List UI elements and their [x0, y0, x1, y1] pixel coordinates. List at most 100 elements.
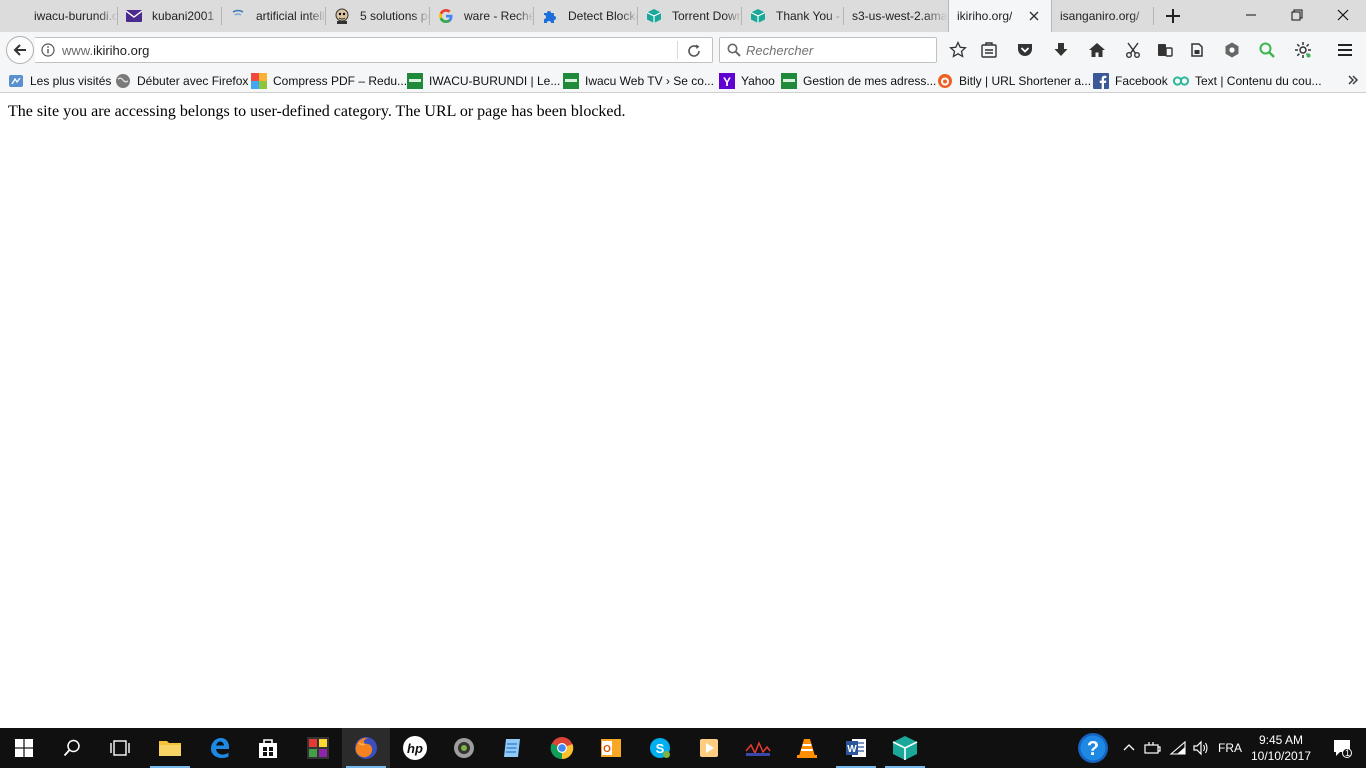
bitly-icon: [937, 73, 953, 89]
language-indicator[interactable]: FRA: [1214, 728, 1246, 768]
info-icon[interactable]: [41, 43, 55, 57]
taskbar-skype[interactable]: S: [636, 728, 684, 768]
bookmark-iwacu-web-tv[interactable]: Iwacu Web TV › Se co...: [563, 72, 714, 89]
wifi-button[interactable]: [1166, 728, 1190, 768]
page-content: The site you are accessing belongs to us…: [0, 94, 1366, 728]
restore-button[interactable]: [1274, 0, 1320, 30]
new-tab-button[interactable]: [1160, 4, 1186, 28]
clock[interactable]: 9:45 AM 10/10/2017: [1246, 732, 1316, 764]
url-bar[interactable]: www.ikiriho.org: [35, 37, 713, 63]
taskbar-chrome[interactable]: [538, 728, 586, 768]
bookmarks-overflow-button[interactable]: [1346, 72, 1360, 88]
start-button[interactable]: [0, 728, 48, 768]
close-window-button[interactable]: [1320, 0, 1366, 30]
taskbar-app-dark[interactable]: [734, 728, 782, 768]
help-icon-button[interactable]: ?: [1074, 728, 1112, 768]
language-label: FRA: [1218, 741, 1242, 755]
edge-icon: [211, 738, 229, 758]
bookmark-label: IWACU-BURUNDI | Le...: [429, 73, 561, 88]
taskbar-file-explorer[interactable]: [146, 728, 194, 768]
synced-tabs-button[interactable]: [1154, 39, 1176, 61]
colorful-squares-icon: [251, 72, 267, 89]
bookmark-label: Gestion de mes adress...: [803, 73, 937, 88]
addon-button[interactable]: [1186, 39, 1208, 61]
search-input[interactable]: [746, 39, 932, 61]
bookmark-facebook[interactable]: Facebook: [1093, 72, 1168, 89]
tab-isanganiro[interactable]: isanganiro.org/: [1052, 0, 1154, 32]
taskbar-vlc[interactable]: [783, 728, 831, 768]
downloads-button[interactable]: [1050, 39, 1072, 61]
extension-search-button[interactable]: [1256, 39, 1278, 61]
back-button[interactable]: [6, 36, 34, 64]
bookmark-compress-pdf[interactable]: Compress PDF – Redu...: [251, 72, 407, 89]
tab-artificial-intelligence[interactable]: artificial intelligence: [222, 0, 326, 32]
reading-list-button[interactable]: [978, 39, 1000, 61]
network-tools-button[interactable]: [1292, 39, 1314, 61]
pocket-button[interactable]: [1014, 39, 1036, 61]
reload-icon[interactable]: [686, 43, 702, 59]
task-view-icon: [110, 740, 130, 756]
taskbar-firefox[interactable]: [342, 728, 390, 768]
extension-button[interactable]: [1221, 39, 1243, 61]
taskbar-media-player[interactable]: [685, 728, 733, 768]
close-icon[interactable]: [1027, 9, 1041, 23]
tab-google-search[interactable]: ware - Recherche: [430, 0, 534, 32]
show-hidden-icons-button[interactable]: [1118, 728, 1140, 768]
taskbar-webcam-app[interactable]: [440, 728, 488, 768]
bookmark-label: Yahoo: [741, 73, 775, 88]
windows-taskbar: hp O S W ? FRA 9:45 AM 10/10/2017 1: [0, 728, 1366, 768]
skype-icon: S: [650, 738, 670, 758]
waveform-icon: [745, 741, 771, 756]
cube-icon: [750, 8, 766, 24]
bookmark-les-plus-visites[interactable]: Les plus visités: [8, 72, 111, 89]
taskbar-word[interactable]: W: [832, 728, 880, 768]
tab-thank-you[interactable]: Thank You - Torrent: [742, 0, 844, 32]
tab-strip: iwacu-burundi.org kubani2001 artificial …: [0, 0, 1366, 32]
media-player-icon: [700, 739, 718, 757]
minimize-button[interactable]: [1228, 0, 1274, 30]
tab-title: Detect Blocked: [568, 9, 638, 23]
tab-s3-amazonaws[interactable]: s3-us-west-2.amazonaws: [844, 0, 948, 32]
bookmark-star-button[interactable]: [947, 39, 969, 61]
bookmark-gestion-adresses[interactable]: Gestion de mes adress...: [781, 72, 936, 89]
home-button[interactable]: [1086, 39, 1108, 61]
download-arrow-icon: [1054, 43, 1068, 56]
task-view-button[interactable]: [96, 728, 144, 768]
taskbar-notes-app[interactable]: [489, 728, 537, 768]
bookmark-yahoo[interactable]: Y Yahoo: [719, 72, 775, 89]
url-divider: [677, 41, 678, 59]
tab-ikiriho-active[interactable]: ikiriho.org/: [948, 0, 1052, 32]
bookmark-debuter-firefox[interactable]: Débuter avec Firefox: [115, 72, 248, 89]
firefox-icon: [355, 737, 377, 759]
tab-iwacu-burundi[interactable]: iwacu-burundi.org: [0, 0, 118, 32]
clipboard-icon: [981, 42, 997, 58]
bookmark-label: Iwacu Web TV › Se co...: [585, 73, 714, 88]
tab-title: ware - Recherche: [464, 9, 534, 23]
taskbar-outlook[interactable]: O: [587, 728, 635, 768]
tab-kubani2001[interactable]: kubani2001: [118, 0, 222, 32]
bookmark-iwacu-burundi[interactable]: IWACU-BURUNDI | Le...: [407, 72, 560, 89]
taskbar-store[interactable]: [244, 728, 292, 768]
taskbar-hp[interactable]: hp: [391, 728, 439, 768]
tab-title: iwacu-burundi.org: [34, 9, 118, 23]
bookmark-label: Débuter avec Firefox: [137, 73, 249, 88]
bookmark-text-contenu[interactable]: Text | Contenu du cou...: [1173, 72, 1322, 89]
taskbar-cube-app[interactable]: [881, 728, 929, 768]
tab-5-solutions[interactable]: 5 solutions pour: [326, 0, 430, 32]
tab-separator: [1153, 7, 1154, 25]
taskbar-search-button[interactable]: [48, 728, 96, 768]
url-text[interactable]: www.ikiriho.org: [62, 43, 149, 58]
screenshot-button[interactable]: [1122, 39, 1144, 61]
action-center-button[interactable]: 1: [1322, 728, 1362, 768]
tab-torrent-download[interactable]: Torrent Download: [638, 0, 742, 32]
volume-button[interactable]: [1190, 728, 1212, 768]
search-bar[interactable]: [719, 37, 937, 63]
menu-button[interactable]: [1334, 39, 1356, 61]
taskbar-edge[interactable]: [196, 728, 244, 768]
firefox-globe-icon: [115, 73, 131, 89]
tab-detect-blocked[interactable]: Detect Blocked: [534, 0, 638, 32]
battery-button[interactable]: [1142, 728, 1164, 768]
blocked-message: The site you are accessing belongs to us…: [8, 103, 626, 120]
taskbar-paint-app[interactable]: [294, 728, 342, 768]
bookmark-bitly[interactable]: Bitly | URL Shortener a...: [937, 72, 1091, 89]
